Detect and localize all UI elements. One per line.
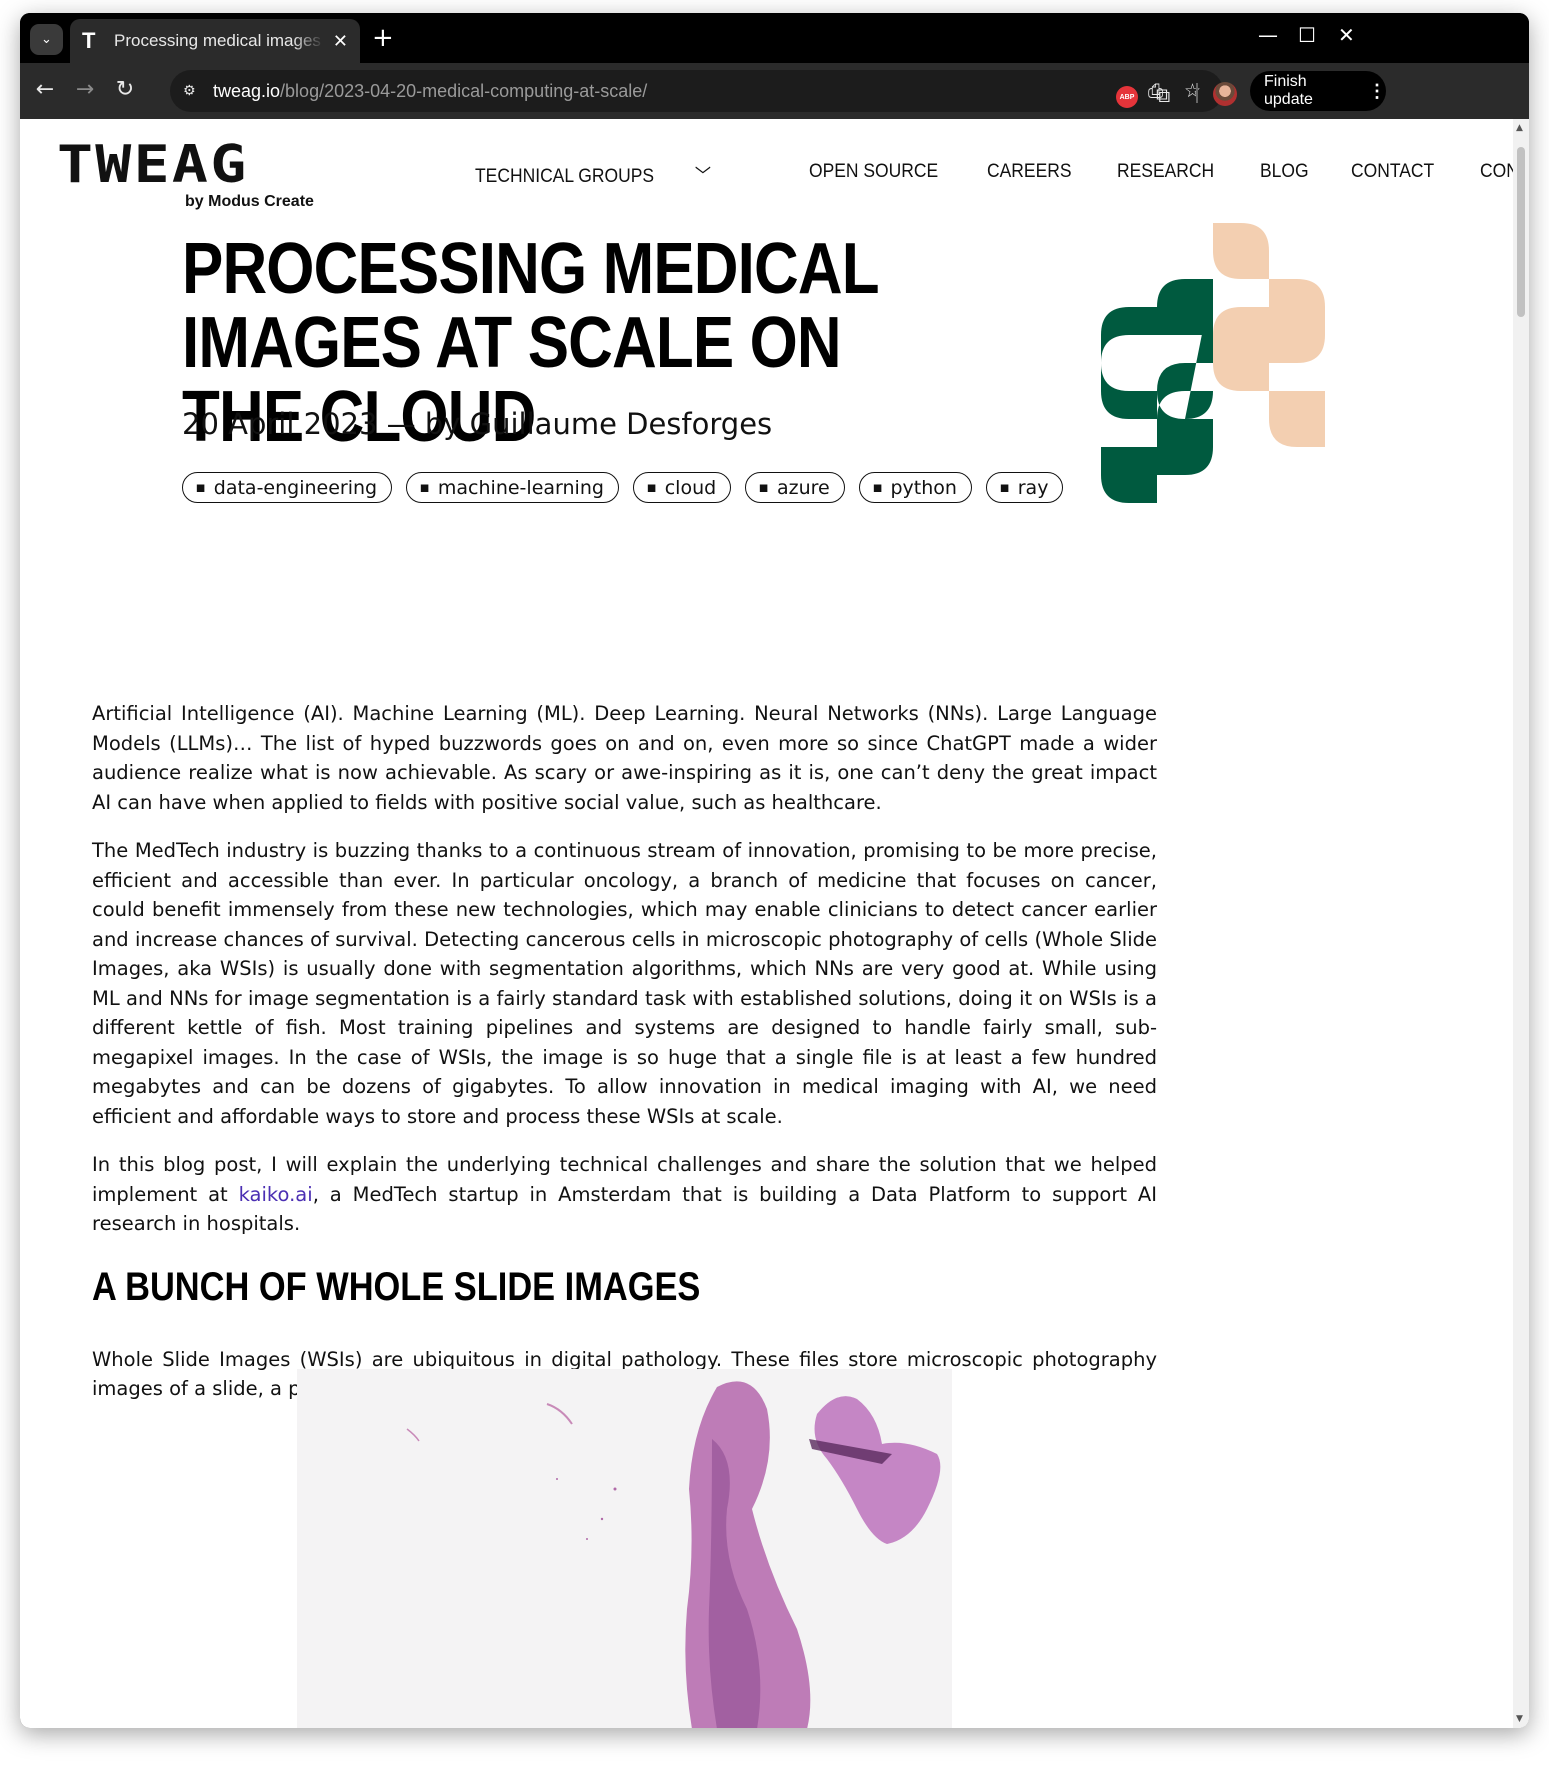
tab-strip: ⌄ T Processing medical images at scale o… (20, 13, 1529, 63)
tag-icon: ◆ (641, 478, 661, 497)
tab-search-button[interactable]: ⌄ (30, 24, 63, 55)
tag-python[interactable]: ◆ python (858, 472, 972, 503)
url-host: tweag.io (213, 80, 281, 101)
nav-technical-groups-label: TECHNICAL GROUPS (475, 166, 655, 187)
scroll-up-icon[interactable]: ▲ (1516, 123, 1523, 133)
browser-toolbar: ← → ↻ ⚙ tweag.io/blog/2023-04-20-medical… (20, 63, 1529, 119)
close-window-icon[interactable]: ✕ (1338, 25, 1355, 45)
finish-update-button[interactable]: Finish update ⋮ (1250, 71, 1386, 111)
nav-blog[interactable]: BLOG (1260, 161, 1309, 188)
forward-icon[interactable]: → (72, 78, 98, 102)
maximize-icon[interactable]: ☐ (1298, 25, 1316, 45)
chevron-down-icon: ﹀ (694, 166, 711, 187)
url-path: /blog/2023-04-20-medical-computing-at-sc… (280, 80, 648, 101)
close-tab-icon[interactable]: ✕ (333, 31, 348, 52)
tissue-fiber-2 (406, 1428, 420, 1442)
tag-azure[interactable]: ◆ azure (745, 472, 845, 503)
paragraph-medtech: The MedTech industry is buzzing thanks t… (92, 839, 1157, 1128)
tag-label: ray (1017, 476, 1049, 499)
address-bar[interactable]: ⚙ tweag.io/blog/2023-04-20-medical-compu… (170, 70, 1223, 112)
extensions-puzzle-icon[interactable]: ⧉ (1156, 83, 1170, 107)
post-byline: 20 April 2023 — by Guillaume Desforges (182, 407, 773, 441)
hero-decorative-shape (1101, 223, 1325, 503)
nav-open-source[interactable]: OPEN SOURCE (809, 161, 938, 188)
url-text[interactable]: tweag.io/blog/2023-04-20-medical-computi… (213, 81, 647, 102)
toolbar-divider (1196, 83, 1198, 103)
profile-avatar[interactable] (1213, 82, 1237, 106)
nav-careers[interactable]: CAREERS (987, 161, 1072, 188)
page-scrollbar[interactable]: ▲ ▼ (1513, 119, 1529, 1728)
nav-technical-groups[interactable]: TECHNICAL GROUPS ﹀ (475, 161, 747, 188)
tag-icon: ◆ (415, 478, 434, 497)
tag-label: python (890, 476, 957, 499)
nav-research[interactable]: RESEARCH (1117, 161, 1214, 188)
tag-icon: ◆ (867, 478, 887, 497)
tag-ray[interactable]: ◆ ray (985, 472, 1064, 503)
whole-slide-image (297, 1369, 952, 1728)
tag-icon: ◆ (754, 478, 774, 497)
logo-wordmark: TWEAG (57, 135, 249, 195)
tag-label: cloud (664, 476, 717, 499)
page-viewport: TWEAG by Modus Create TECHNICAL GROUPS ﹀ … (20, 119, 1529, 1728)
tissue-fiber-1 (546, 1403, 573, 1425)
tissue-speck-2 (600, 1517, 604, 1521)
tag-icon: ◆ (994, 478, 1014, 497)
tag-label: data-engineering (213, 476, 378, 499)
article-body: Artificial Intelligence (AI). Machine Le… (92, 699, 1157, 1423)
tab-title: Processing medical images at scale on th… (114, 31, 324, 50)
tag-list: ◆ data-engineering ◆ machine-learning ◆ clo… (182, 472, 1077, 503)
tag-icon: ◆ (190, 478, 210, 497)
site-nav: TECHNICAL GROUPS ﹀ OPEN SOURCE CAREERS RE… (475, 161, 1529, 188)
tag-label: machine-learning (437, 476, 604, 499)
tweag-favicon-icon: T (82, 28, 96, 53)
tissue-speck-1 (613, 1487, 617, 1491)
tag-data-engineering[interactable]: ◆ data-engineering (182, 472, 393, 503)
bookmark-star-icon[interactable]: ☆ (1184, 80, 1201, 102)
tag-cloud[interactable]: ◆ cloud (632, 472, 732, 503)
more-menu-icon[interactable]: ⋮ (1368, 81, 1386, 102)
kaiko-link[interactable]: kaiko.ai (239, 1183, 313, 1206)
minimize-icon[interactable]: — (1258, 25, 1278, 45)
scroll-down-icon[interactable]: ▼ (1516, 1714, 1523, 1724)
active-tab[interactable]: T Processing medical images at scale on … (70, 19, 360, 63)
tag-machine-learning[interactable]: ◆ machine-learning (406, 472, 619, 503)
site-info-icon[interactable]: ⚙ (183, 83, 205, 99)
hero-shape-green (1101, 279, 1213, 503)
logo-subtitle: by Modus Create (185, 193, 314, 210)
paragraph-blog-post: In this blog post, I will explain the un… (92, 1150, 1157, 1239)
tag-label: azure (776, 476, 830, 499)
hero-shape-peach (1213, 223, 1325, 447)
new-tab-icon[interactable]: + (372, 25, 394, 51)
paragraph-intro: Artificial Intelligence (AI). Machine Le… (92, 702, 1157, 814)
tissue-speck-4 (556, 1478, 558, 1480)
nav-contact[interactable]: CONTACT (1351, 161, 1434, 188)
scroll-thumb[interactable] (1517, 147, 1525, 317)
section-heading: A BUNCH OF WHOLE SLIDE IMAGES (92, 1264, 701, 1309)
tweag-logo[interactable]: TWEAG by Modus Create (57, 139, 314, 211)
tissue-sample-right (814, 1396, 941, 1544)
tissue-speck-3 (586, 1538, 588, 1540)
browser-window: ⌄ T Processing medical images at scale o… (20, 13, 1529, 1728)
back-icon[interactable]: ← (32, 78, 58, 102)
tissue-illustration (406, 1381, 941, 1728)
adblock-plus-icon[interactable]: ABP (1116, 86, 1138, 108)
reload-icon[interactable]: ↻ (112, 78, 138, 102)
finish-update-label: Finish update (1264, 73, 1313, 108)
